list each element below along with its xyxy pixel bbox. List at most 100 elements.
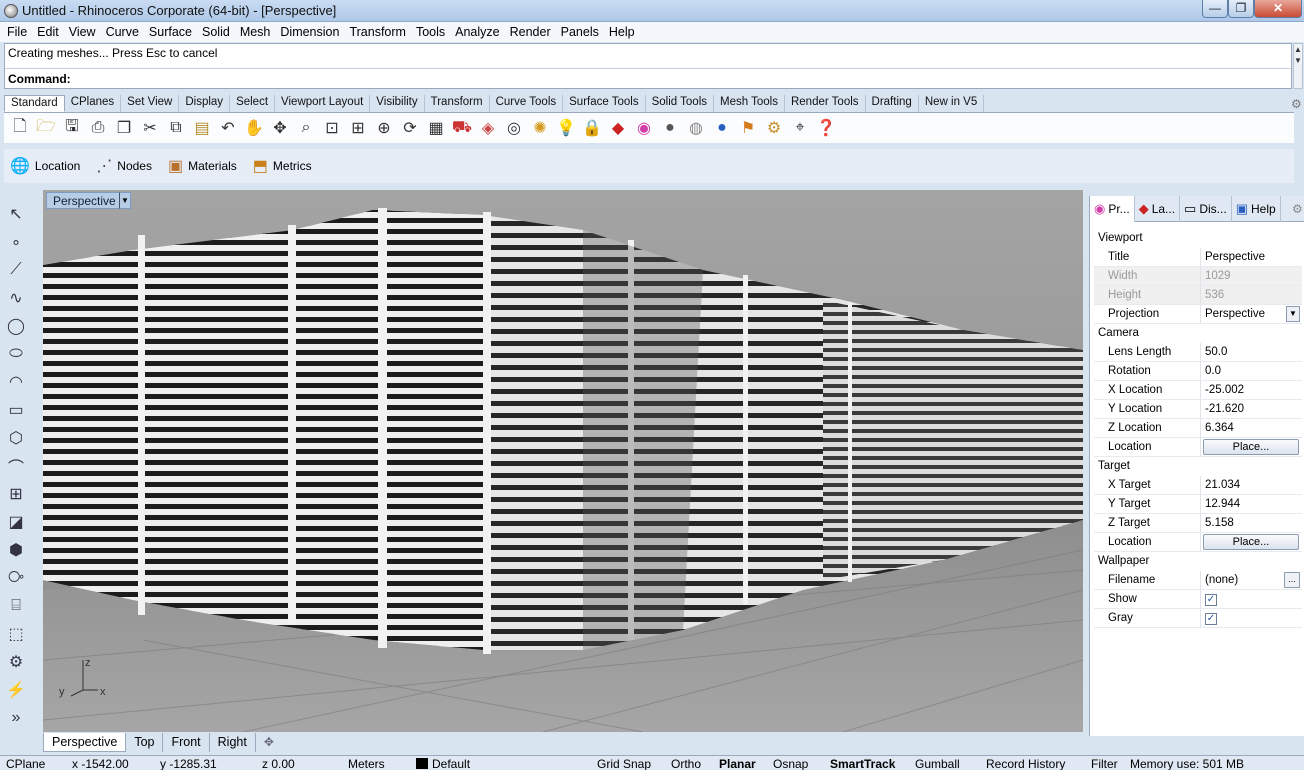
gear-transform-icon[interactable]: ⚙ <box>4 650 28 674</box>
new-file-icon[interactable]: 🗋 <box>8 116 32 140</box>
lights-icon[interactable]: ✺ <box>528 116 552 140</box>
print-icon[interactable]: ⎙ <box>86 116 110 140</box>
open-folder-icon[interactable]: 🗁 <box>34 116 58 140</box>
tab-standard[interactable]: Standard <box>4 95 65 112</box>
layer-status[interactable]: Default <box>416 757 470 770</box>
menu-mesh[interactable]: Mesh <box>235 25 276 39</box>
toolbar-gear-icon[interactable]: ⚙ <box>1291 97 1302 111</box>
planar-toggle[interactable]: Planar <box>719 757 756 770</box>
pan-hand-icon[interactable]: ✋ <box>242 116 266 140</box>
menu-transform[interactable]: Transform <box>344 25 411 39</box>
sphere-blue-icon[interactable]: ● <box>710 116 734 140</box>
color-wheel-icon[interactable]: ◉ <box>632 116 656 140</box>
location-button[interactable]: 🌐 Location <box>10 156 80 176</box>
grid-snap-toggle[interactable]: Grid Snap <box>597 757 651 770</box>
menu-help[interactable]: Help <box>604 25 640 39</box>
polygon-icon[interactable]: ⬡ <box>4 426 28 450</box>
tab-display[interactable]: Display <box>179 95 231 112</box>
copy-icon[interactable]: ⧉ <box>164 116 188 140</box>
lock-icon[interactable]: 🔒 <box>580 116 604 140</box>
y-target-value[interactable]: 12.944 <box>1200 495 1302 513</box>
surface-points-icon[interactable]: ⊞ <box>4 482 28 506</box>
lens-length-value[interactable]: 50.0 <box>1200 343 1302 361</box>
gray-checkbox[interactable]: ✓ <box>1205 613 1217 625</box>
osnap-toggle[interactable]: Osnap <box>773 757 808 770</box>
mesh-tool-icon[interactable]: ⌸ <box>4 594 28 618</box>
menu-solid[interactable]: Solid <box>197 25 235 39</box>
vp-tab-front[interactable]: Front <box>163 733 210 752</box>
more-tools-icon[interactable]: » <box>4 706 28 730</box>
viewport-menu-icon[interactable]: ▼ <box>119 192 131 209</box>
zoom-selected-icon[interactable]: ⊕ <box>372 116 396 140</box>
tab-layers[interactable]: ◆ La... <box>1135 196 1181 222</box>
projection-select[interactable]: Perspective ▼ <box>1200 305 1302 323</box>
circle-icon[interactable]: ◯ <box>4 314 28 338</box>
menu-edit[interactable]: Edit <box>32 25 64 39</box>
tab-cplanes[interactable]: CPlanes <box>65 95 122 112</box>
move-icon[interactable]: ✥ <box>268 116 292 140</box>
cut-icon[interactable]: ✂ <box>138 116 162 140</box>
vp-tab-right[interactable]: Right <box>210 733 256 752</box>
zoom-window-icon[interactable]: ⊡ <box>320 116 344 140</box>
menu-render[interactable]: Render <box>505 25 556 39</box>
command-input[interactable]: Command: <box>5 68 1291 88</box>
polyline-icon[interactable]: ⟋ <box>4 258 28 282</box>
smarttrack-toggle[interactable]: SmartTrack <box>830 757 895 770</box>
undo-icon[interactable]: ↶ <box>216 116 240 140</box>
close-button[interactable]: ✕ <box>1254 0 1302 18</box>
projection-dropdown-icon[interactable]: ▼ <box>1286 306 1300 322</box>
zoom-icon[interactable]: ⌕ <box>294 116 318 140</box>
menu-view[interactable]: View <box>64 25 101 39</box>
tab-mesh-tools[interactable]: Mesh Tools <box>714 95 785 112</box>
rotate-view-icon[interactable]: ⟳ <box>398 116 422 140</box>
tab-help[interactable]: ▣ Help <box>1232 196 1281 222</box>
y-location-value[interactable]: -21.620 <box>1200 400 1302 418</box>
car-icon[interactable]: ⛟ <box>450 116 474 140</box>
extrude-icon[interactable]: ◪ <box>4 510 28 534</box>
browse-wallpaper-button[interactable]: ... <box>1284 572 1300 588</box>
tab-transform[interactable]: Transform <box>425 95 490 112</box>
rhino-app-icon[interactable] <box>4 4 18 18</box>
vp-tab-perspective[interactable]: Perspective <box>43 733 127 752</box>
tab-curve-tools[interactable]: Curve Tools <box>490 95 564 112</box>
cplane-status[interactable]: CPlane <box>6 757 45 770</box>
grid-icon[interactable]: ▦ <box>424 116 448 140</box>
command-scrollbar[interactable]: ▲ ▼ <box>1293 43 1303 89</box>
viewport-title[interactable]: Perspective <box>46 192 123 209</box>
save-icon[interactable]: 🖫 <box>60 116 84 140</box>
zoom-extents-icon[interactable]: ⊞ <box>346 116 370 140</box>
layer-icon[interactable]: ◆ <box>606 116 630 140</box>
gear-tool-icon[interactable]: ⚙ <box>762 116 786 140</box>
ellipse-icon[interactable]: ⬭ <box>4 342 28 366</box>
rotation-value[interactable]: 0.0 <box>1200 362 1302 380</box>
maximize-button[interactable]: ❐ <box>1228 0 1254 18</box>
target-icon[interactable]: ◎ <box>502 116 526 140</box>
show-checkbox[interactable]: ✓ <box>1205 594 1217 606</box>
menu-surface[interactable]: Surface <box>144 25 197 39</box>
add-viewport-icon[interactable]: ✥ <box>256 733 282 751</box>
dimension-icon[interactable]: ⚡ <box>4 678 28 702</box>
z-location-value[interactable]: 6.364 <box>1200 419 1302 437</box>
units-status[interactable]: Meters <box>348 757 385 770</box>
tab-properties[interactable]: ◉ Pr... <box>1090 196 1135 222</box>
sphere-shade-icon[interactable]: ● <box>658 116 682 140</box>
tab-display[interactable]: ▭ Dis... <box>1180 196 1232 222</box>
tab-surface-tools[interactable]: Surface Tools <box>563 95 646 112</box>
metrics-button[interactable]: ⬒ Metrics <box>253 156 312 176</box>
tab-new-in-v5[interactable]: New in V5 <box>919 95 985 112</box>
menu-panels[interactable]: Panels <box>556 25 604 39</box>
rectangle-icon[interactable]: ▭ <box>4 398 28 422</box>
box-icon[interactable]: ⬢ <box>4 538 28 562</box>
ortho-toggle[interactable]: Ortho <box>671 757 701 770</box>
panel-gear-icon[interactable]: ⚙ <box>1292 202 1303 216</box>
menu-tools[interactable]: Tools <box>411 25 450 39</box>
tab-set-view[interactable]: Set View <box>121 95 180 112</box>
camera-place-button[interactable]: Place... <box>1203 439 1299 455</box>
arc-icon[interactable]: ◠ <box>4 370 28 394</box>
tab-viewport-layout[interactable]: Viewport Layout <box>275 95 371 112</box>
surface-edit-icon[interactable]: ⬚ <box>4 622 28 646</box>
z-target-value[interactable]: 5.158 <box>1200 514 1302 532</box>
sphere-render-icon[interactable]: ◍ <box>684 116 708 140</box>
menu-dimension[interactable]: Dimension <box>275 25 344 39</box>
paste-icon[interactable]: ▤ <box>190 116 214 140</box>
